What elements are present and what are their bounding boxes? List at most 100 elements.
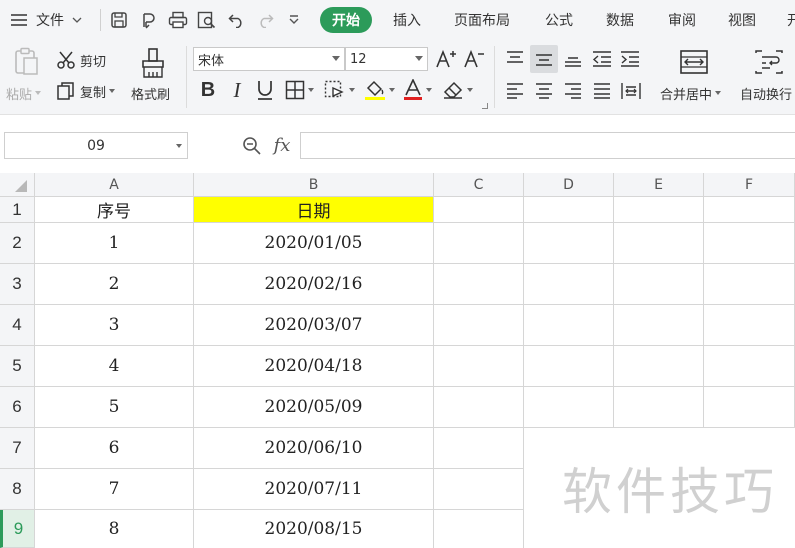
cell-a8[interactable]: 7 [35, 469, 194, 510]
row-header[interactable]: 5 [0, 346, 35, 387]
cell-a3[interactable]: 2 [35, 264, 194, 305]
zoom-formula-button[interactable] [240, 134, 264, 158]
cell-c6[interactable] [434, 387, 524, 428]
bold-button[interactable]: B [197, 78, 219, 102]
tab-more[interactable]: 开 [787, 0, 795, 40]
align-right-button[interactable] [561, 79, 585, 103]
cell-b3[interactable]: 2020/02/16 [194, 264, 434, 305]
cell-b7[interactable]: 2020/06/10 [194, 428, 434, 469]
column-header-e[interactable]: E [614, 173, 704, 197]
cell-c4[interactable] [434, 305, 524, 346]
cell-d2[interactable] [524, 223, 614, 264]
tab-view[interactable]: 视图 [728, 0, 756, 40]
cell-f5[interactable] [704, 346, 795, 387]
decrease-indent-button[interactable] [590, 47, 614, 71]
cell-b4[interactable]: 2020/03/07 [194, 305, 434, 346]
underline-button[interactable] [254, 78, 276, 102]
cell-e1[interactable] [614, 197, 704, 223]
cell-d5[interactable] [524, 346, 614, 387]
font-dialog-launcher[interactable] [482, 103, 488, 109]
cell-a6[interactable]: 5 [35, 387, 194, 428]
column-header-c[interactable]: C [434, 173, 524, 197]
cell-e2[interactable] [614, 223, 704, 264]
cell-c8[interactable] [434, 469, 524, 510]
cell-c5[interactable] [434, 346, 524, 387]
row-header[interactable]: 2 [0, 223, 35, 264]
output-as-image-button[interactable] [140, 0, 158, 40]
row-header[interactable]: 7 [0, 428, 35, 469]
cell-a9[interactable]: 8 [35, 510, 194, 548]
cell-b5[interactable]: 2020/04/18 [194, 346, 434, 387]
cell-c9[interactable] [434, 510, 524, 548]
cell-a2[interactable]: 1 [35, 223, 194, 264]
cell-e4[interactable] [614, 305, 704, 346]
column-header-a[interactable]: A [35, 173, 194, 197]
borders-button[interactable] [283, 78, 315, 102]
row-header[interactable]: 3 [0, 264, 35, 305]
align-top-button[interactable] [503, 47, 527, 71]
cell-d3[interactable] [524, 264, 614, 305]
tab-home[interactable]: 开始 [320, 7, 372, 33]
insert-function-button[interactable]: fx [269, 132, 295, 158]
distributed-align-button[interactable] [618, 79, 644, 103]
cell-c1[interactable] [434, 197, 524, 223]
save-button[interactable] [110, 0, 128, 40]
cell-d6[interactable] [524, 387, 614, 428]
quick-access-customize[interactable] [288, 0, 300, 40]
tab-review[interactable]: 审阅 [668, 0, 696, 40]
copy-button[interactable]: 复制 [56, 81, 116, 101]
tab-insert[interactable]: 插入 [393, 0, 421, 40]
cell-e3[interactable] [614, 264, 704, 305]
name-box[interactable]: 09 [4, 132, 188, 159]
paste-button[interactable] [12, 46, 42, 78]
select-all-corner[interactable] [0, 173, 35, 197]
tab-formulas[interactable]: 公式 [545, 0, 573, 40]
align-left-button[interactable] [503, 79, 527, 103]
font-color-button[interactable] [400, 78, 434, 102]
cell-f6[interactable] [704, 387, 795, 428]
redo-button[interactable] [256, 0, 274, 40]
merge-center-button[interactable]: 合并居中 [660, 83, 722, 103]
cut-button[interactable]: 剪切 [56, 50, 106, 70]
cell-f4[interactable] [704, 305, 795, 346]
cell-c2[interactable] [434, 223, 524, 264]
column-header-f[interactable]: F [704, 173, 795, 197]
column-header-d[interactable]: D [524, 173, 614, 197]
row-header-selected[interactable]: 9 [0, 510, 35, 548]
cell-e5[interactable] [614, 346, 704, 387]
print-button[interactable] [168, 0, 188, 40]
align-middle-button[interactable] [530, 45, 558, 73]
file-menu[interactable]: 文件 [10, 0, 82, 40]
row-header[interactable]: 4 [0, 305, 35, 346]
cell-b2[interactable]: 2020/01/05 [194, 223, 434, 264]
cell-b6[interactable]: 2020/05/09 [194, 387, 434, 428]
cell-f1[interactable] [704, 197, 795, 223]
cell-d4[interactable] [524, 305, 614, 346]
align-center-button[interactable] [532, 79, 556, 103]
column-header-b[interactable]: B [194, 173, 434, 197]
cell-a7[interactable]: 6 [35, 428, 194, 469]
cell-f3[interactable] [704, 264, 795, 305]
increase-indent-button[interactable] [618, 47, 642, 71]
clear-format-button[interactable] [440, 78, 474, 102]
cell-d1[interactable] [524, 197, 614, 223]
cell-e6[interactable] [614, 387, 704, 428]
increase-font-size-button[interactable] [434, 47, 458, 71]
decrease-font-size-button[interactable] [462, 47, 486, 71]
merge-center-icon-button[interactable] [678, 48, 710, 76]
row-header[interactable]: 1 [0, 197, 35, 223]
cell-b1[interactable]: 日期 [194, 197, 434, 223]
font-name-select[interactable]: 宋体 [193, 47, 345, 71]
font-size-select[interactable]: 12 [345, 47, 428, 71]
cell-f2[interactable] [704, 223, 795, 264]
cell-c3[interactable] [434, 264, 524, 305]
tab-page-layout[interactable]: 页面布局 [454, 0, 510, 40]
row-header[interactable]: 8 [0, 469, 35, 510]
undo-button[interactable] [228, 0, 246, 40]
fill-color-button[interactable] [362, 78, 396, 102]
cell-b9[interactable]: 2020/08/15 [194, 510, 434, 548]
justify-button[interactable] [590, 79, 614, 103]
paste-label-button[interactable]: 粘贴 [6, 83, 42, 103]
wrap-text-icon-button[interactable] [753, 48, 785, 76]
row-header[interactable]: 6 [0, 387, 35, 428]
